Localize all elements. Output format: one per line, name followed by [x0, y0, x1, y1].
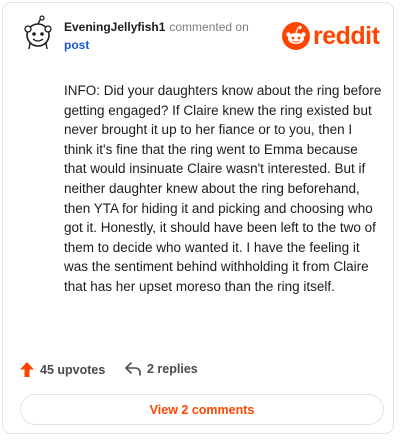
reddit-logo[interactable]: reddit [281, 21, 380, 51]
upvote-control[interactable]: 45 upvotes [20, 362, 105, 377]
upvote-count: 45 upvotes [40, 362, 106, 377]
reply-arrow-icon [125, 362, 141, 376]
comment-header: EveningJellyfish1 commented on [64, 20, 249, 34]
username-link[interactable]: EveningJellyfish1 [64, 20, 165, 34]
reply-count: 2 replies [147, 362, 198, 376]
view-comments-button[interactable]: View 2 comments [20, 394, 384, 425]
reply-control[interactable]: 2 replies [125, 362, 198, 376]
reddit-wordmark: reddit [313, 22, 380, 50]
upvote-arrow-icon [20, 362, 34, 377]
post-link[interactable]: post [64, 38, 89, 52]
comment-card: EveningJellyfish1 commented on post reddi… [2, 2, 394, 434]
user-avatar[interactable] [20, 15, 56, 51]
reddit-snoo-icon [282, 22, 310, 50]
snoo-avatar-icon [24, 15, 52, 50]
comment-action-text: commented on [169, 20, 249, 34]
comment-body: INFO: Did your daughters know about the … [64, 83, 382, 294]
